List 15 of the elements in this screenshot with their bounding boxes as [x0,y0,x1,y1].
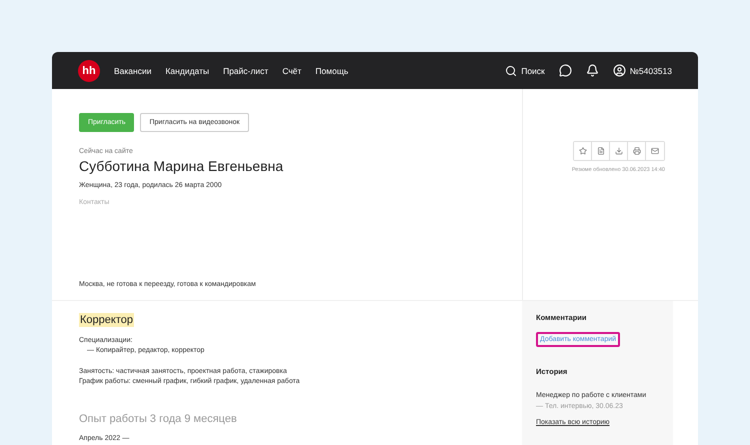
nav-link[interactable]: Вакансии [114,66,152,76]
user-icon [612,64,626,77]
experience-title: Опыт работы 3 года 9 месяцев [79,413,238,425]
chat-icon[interactable] [558,64,572,77]
account-link[interactable]: №5403513 [612,64,672,77]
nav-link[interactable]: Прайс-лист [223,66,268,76]
notifications-icon[interactable] [586,64,599,77]
position-title: Корректор [79,313,134,327]
nav-link[interactable]: Кандидаты [165,66,210,76]
search-link[interactable]: Поиск [505,64,545,76]
nav-link[interactable]: Помощь [315,66,348,76]
candidate-name: Субботина Марина Евгеньевна [79,158,284,174]
nav-link[interactable]: Счёт [282,66,302,76]
logo[interactable]: hh [78,60,100,82]
search-icon [505,64,518,76]
